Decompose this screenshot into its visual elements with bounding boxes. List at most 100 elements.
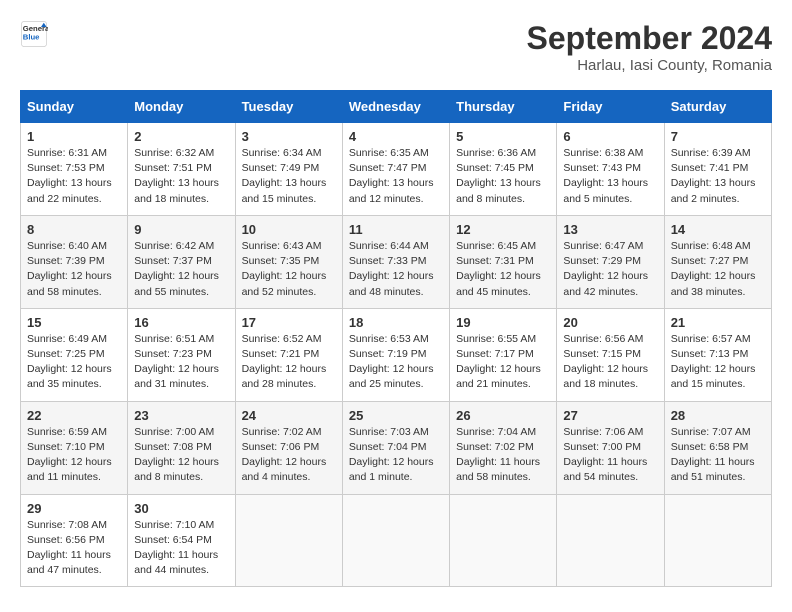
calendar-week-row: 15 Sunrise: 6:49 AM Sunset: 7:25 PM Dayli… (21, 308, 772, 401)
weekday-header-monday: Monday (128, 91, 235, 123)
day-number: 24 (242, 408, 336, 423)
calendar-cell: 5Sunrise: 6:36 AM Sunset: 7:45 PM Daylig… (450, 123, 557, 216)
day-info: Sunrise: 6:57 AM Sunset: 7:13 PM Dayligh… (671, 332, 765, 393)
day-number: 25 (349, 408, 443, 423)
day-info: Sunrise: 6:35 AM Sunset: 7:47 PM Dayligh… (349, 146, 443, 207)
calendar-cell (235, 494, 342, 587)
day-number: 3 (242, 129, 336, 144)
weekday-header-friday: Friday (557, 91, 664, 123)
calendar-week-row: 29 Sunrise: 7:08 AM Sunset: 6:56 PM Dayli… (21, 494, 772, 587)
day-info: Sunrise: 6:49 AM Sunset: 7:25 PM Dayligh… (27, 332, 121, 393)
svg-text:Blue: Blue (23, 33, 40, 42)
calendar-cell: 28 Sunrise: 7:07 AM Sunset: 6:58 PM Dayli… (664, 401, 771, 494)
day-info: Sunrise: 7:07 AM Sunset: 6:58 PM Dayligh… (671, 425, 765, 486)
day-info: Sunrise: 7:04 AM Sunset: 7:02 PM Dayligh… (456, 425, 550, 486)
day-number: 23 (134, 408, 228, 423)
day-info: Sunrise: 6:44 AM Sunset: 7:33 PM Dayligh… (349, 239, 443, 300)
logo: General Blue (20, 20, 48, 48)
day-info: Sunrise: 7:08 AM Sunset: 6:56 PM Dayligh… (27, 518, 121, 579)
calendar-cell: 15 Sunrise: 6:49 AM Sunset: 7:25 PM Dayli… (21, 308, 128, 401)
calendar-cell: 22 Sunrise: 6:59 AM Sunset: 7:10 PM Dayli… (21, 401, 128, 494)
month-year-title: September 2024 (527, 20, 772, 57)
calendar-cell: 20 Sunrise: 6:56 AM Sunset: 7:15 PM Dayli… (557, 308, 664, 401)
day-info: Sunrise: 6:34 AM Sunset: 7:49 PM Dayligh… (242, 146, 336, 207)
day-number: 10 (242, 222, 336, 237)
location-subtitle: Harlau, Iasi County, Romania (527, 57, 772, 74)
weekday-header-wednesday: Wednesday (342, 91, 449, 123)
day-info: Sunrise: 7:02 AM Sunset: 7:06 PM Dayligh… (242, 425, 336, 486)
calendar-cell: 24 Sunrise: 7:02 AM Sunset: 7:06 PM Dayli… (235, 401, 342, 494)
logo-icon: General Blue (20, 20, 48, 48)
calendar-cell: 18Sunrise: 6:53 AM Sunset: 7:19 PM Dayli… (342, 308, 449, 401)
day-number: 29 (27, 501, 121, 516)
day-number: 30 (134, 501, 228, 516)
day-number: 12 (456, 222, 550, 237)
day-info: Sunrise: 6:56 AM Sunset: 7:15 PM Dayligh… (563, 332, 657, 393)
day-number: 20 (563, 315, 657, 330)
day-number: 27 (563, 408, 657, 423)
calendar-cell: 14 Sunrise: 6:48 AM Sunset: 7:27 PM Dayli… (664, 215, 771, 308)
day-number: 13 (563, 222, 657, 237)
page-header: General Blue September 2024 Harlau, Iasi… (20, 20, 772, 74)
day-number: 11 (349, 222, 443, 237)
day-number: 1 (27, 129, 121, 144)
day-number: 9 (134, 222, 228, 237)
weekday-header-saturday: Saturday (664, 91, 771, 123)
calendar-cell (557, 494, 664, 587)
calendar-cell: 10 Sunrise: 6:43 AM Sunset: 7:35 PM Dayli… (235, 215, 342, 308)
day-number: 19 (456, 315, 550, 330)
calendar-week-row: 1 Sunrise: 6:31 AM Sunset: 7:53 PM Daylig… (21, 123, 772, 216)
calendar-cell: 9 Sunrise: 6:42 AM Sunset: 7:37 PM Daylig… (128, 215, 235, 308)
calendar-cell: 4Sunrise: 6:35 AM Sunset: 7:47 PM Daylig… (342, 123, 449, 216)
day-info: Sunrise: 6:52 AM Sunset: 7:21 PM Dayligh… (242, 332, 336, 393)
day-number: 15 (27, 315, 121, 330)
day-number: 28 (671, 408, 765, 423)
calendar-cell: 13Sunrise: 6:47 AM Sunset: 7:29 PM Dayli… (557, 215, 664, 308)
calendar-cell: 21 Sunrise: 6:57 AM Sunset: 7:13 PM Dayli… (664, 308, 771, 401)
day-info: Sunrise: 6:59 AM Sunset: 7:10 PM Dayligh… (27, 425, 121, 486)
day-number: 21 (671, 315, 765, 330)
calendar-cell: 2 Sunrise: 6:32 AM Sunset: 7:51 PM Daylig… (128, 123, 235, 216)
calendar-week-row: 22 Sunrise: 6:59 AM Sunset: 7:10 PM Dayli… (21, 401, 772, 494)
day-info: Sunrise: 6:43 AM Sunset: 7:35 PM Dayligh… (242, 239, 336, 300)
calendar-cell: 25 Sunrise: 7:03 AM Sunset: 7:04 PM Dayli… (342, 401, 449, 494)
calendar-cell (664, 494, 771, 587)
calendar-body: 1 Sunrise: 6:31 AM Sunset: 7:53 PM Daylig… (21, 123, 772, 587)
calendar-cell (342, 494, 449, 587)
day-info: Sunrise: 6:31 AM Sunset: 7:53 PM Dayligh… (27, 146, 121, 207)
day-info: Sunrise: 6:51 AM Sunset: 7:23 PM Dayligh… (134, 332, 228, 393)
day-number: 5 (456, 129, 550, 144)
weekday-header-tuesday: Tuesday (235, 91, 342, 123)
day-info: Sunrise: 6:53 AM Sunset: 7:19 PM Dayligh… (349, 332, 443, 393)
weekday-header-sunday: Sunday (21, 91, 128, 123)
title-area: September 2024 Harlau, Iasi County, Roma… (527, 20, 772, 74)
day-number: 2 (134, 129, 228, 144)
day-number: 7 (671, 129, 765, 144)
day-info: Sunrise: 6:48 AM Sunset: 7:27 PM Dayligh… (671, 239, 765, 300)
day-info: Sunrise: 6:39 AM Sunset: 7:41 PM Dayligh… (671, 146, 765, 207)
day-number: 6 (563, 129, 657, 144)
calendar-cell: 17Sunrise: 6:52 AM Sunset: 7:21 PM Dayli… (235, 308, 342, 401)
calendar-cell: 7 Sunrise: 6:39 AM Sunset: 7:41 PM Daylig… (664, 123, 771, 216)
calendar-cell: 8Sunrise: 6:40 AM Sunset: 7:39 PM Daylig… (21, 215, 128, 308)
day-info: Sunrise: 7:06 AM Sunset: 7:00 PM Dayligh… (563, 425, 657, 486)
day-info: Sunrise: 7:03 AM Sunset: 7:04 PM Dayligh… (349, 425, 443, 486)
calendar-cell: 26 Sunrise: 7:04 AM Sunset: 7:02 PM Dayli… (450, 401, 557, 494)
weekday-header-thursday: Thursday (450, 91, 557, 123)
calendar-cell: 30Sunrise: 7:10 AM Sunset: 6:54 PM Dayli… (128, 494, 235, 587)
calendar-week-row: 8Sunrise: 6:40 AM Sunset: 7:39 PM Daylig… (21, 215, 772, 308)
day-info: Sunrise: 6:38 AM Sunset: 7:43 PM Dayligh… (563, 146, 657, 207)
day-number: 22 (27, 408, 121, 423)
calendar-cell: 3 Sunrise: 6:34 AM Sunset: 7:49 PM Daylig… (235, 123, 342, 216)
calendar-cell: 19Sunrise: 6:55 AM Sunset: 7:17 PM Dayli… (450, 308, 557, 401)
calendar-cell: 23Sunrise: 7:00 AM Sunset: 7:08 PM Dayli… (128, 401, 235, 494)
calendar-cell: 6 Sunrise: 6:38 AM Sunset: 7:43 PM Daylig… (557, 123, 664, 216)
day-number: 26 (456, 408, 550, 423)
calendar-cell: 12Sunrise: 6:45 AM Sunset: 7:31 PM Dayli… (450, 215, 557, 308)
calendar-cell (450, 494, 557, 587)
calendar-cell: 1 Sunrise: 6:31 AM Sunset: 7:53 PM Daylig… (21, 123, 128, 216)
day-info: Sunrise: 6:32 AM Sunset: 7:51 PM Dayligh… (134, 146, 228, 207)
calendar-cell: 11 Sunrise: 6:44 AM Sunset: 7:33 PM Dayli… (342, 215, 449, 308)
day-number: 14 (671, 222, 765, 237)
day-info: Sunrise: 6:42 AM Sunset: 7:37 PM Dayligh… (134, 239, 228, 300)
